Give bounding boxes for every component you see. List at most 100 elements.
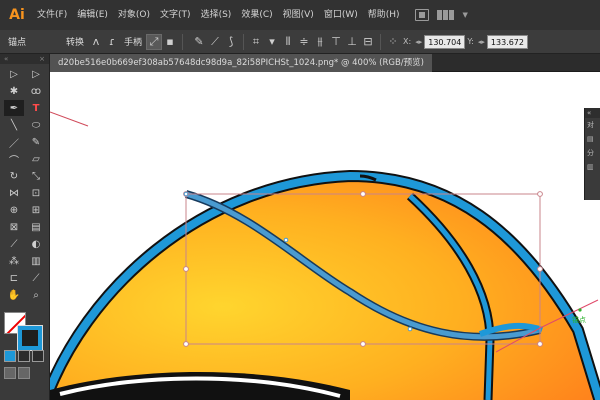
mesh-icon[interactable]: ⊠ (4, 219, 24, 235)
collapse-icon[interactable]: « (4, 54, 8, 64)
align-right-icon[interactable]: ⫵ (312, 34, 328, 50)
menu-view[interactable]: 视图(V) (278, 0, 319, 30)
gradient-icon[interactable]: ▤ (26, 219, 46, 235)
y-coordinate-field[interactable]: 133.672 (486, 34, 528, 49)
x-spin-icon[interactable]: ◂▸ (415, 38, 422, 46)
reference-point-icon[interactable]: ⁘ (385, 34, 401, 50)
x-label: X: (403, 37, 412, 46)
eraser-icon[interactable]: ▱ (26, 151, 46, 167)
lasso-icon[interactable]: ꝏ (26, 83, 46, 99)
handle-middle-right (537, 266, 543, 272)
menu-window[interactable]: 窗口(W) (319, 0, 363, 30)
convert-corner-icon[interactable]: ʌ (88, 34, 104, 50)
cut-path-icon[interactable]: ⟆ (223, 34, 239, 50)
blend-icon[interactable]: ◐ (26, 236, 46, 252)
menu-file[interactable]: 文件(F) (32, 0, 72, 30)
rotate-icon[interactable]: ↻ (4, 168, 24, 184)
close-icon[interactable]: × (39, 54, 45, 64)
menu-bar: Ai 文件(F) 编辑(E) 对象(O) 文字(T) 选择(S) 效果(C) 视… (0, 0, 600, 30)
type-icon[interactable]: T (26, 100, 46, 116)
convert-smooth-icon[interactable]: ɾ (104, 34, 120, 50)
remove-anchor-icon[interactable]: ✎ (191, 34, 207, 50)
gradient-mode-icon[interactable] (18, 350, 30, 362)
paintbrush-icon[interactable]: ／ (4, 134, 24, 150)
y-label: Y: (467, 37, 474, 46)
align-left-icon[interactable]: ⫴ (280, 34, 296, 50)
y-spin-icon[interactable]: ◂▸ (478, 38, 485, 46)
convert-label: 转换 (66, 38, 85, 48)
menu-effect[interactable]: 效果(C) (236, 0, 277, 30)
eyedropper-icon[interactable]: ⟋ (4, 236, 24, 252)
screen-mode-row (4, 367, 30, 379)
menu-edit[interactable]: 编辑(E) (72, 0, 113, 30)
artboard-icon[interactable]: ⊏ (4, 270, 24, 286)
handle-top-right (537, 191, 543, 197)
panel-row[interactable]: 分 (585, 146, 600, 160)
handle-endpoint[interactable] (578, 308, 582, 312)
screen-mode-icon[interactable] (18, 367, 30, 379)
align-top-icon[interactable]: ⊤ (328, 34, 344, 50)
separator (380, 33, 382, 50)
connect-endpoints-icon[interactable]: ⟋ (207, 34, 223, 50)
color-mode-row (4, 350, 44, 362)
separator (182, 33, 184, 50)
anchor-point (407, 326, 413, 332)
anchor-point (183, 191, 189, 197)
align-center-icon[interactable]: ≑ (296, 34, 312, 50)
menu-items: 文件(F) 编辑(E) 对象(O) 文字(T) 选择(S) 效果(C) 视图(V… (32, 0, 405, 30)
separator (243, 33, 245, 50)
scale-icon[interactable]: ⤡ (26, 168, 46, 184)
panel-header[interactable]: « (585, 108, 600, 118)
blob-brush-icon[interactable]: ⌒ (4, 151, 24, 167)
panel-icon-row[interactable]: ▥ (585, 160, 600, 174)
chevron-down-icon[interactable]: ▼ (463, 11, 468, 19)
magic-wand-icon[interactable]: ✱ (4, 83, 24, 99)
isolate-object-icon[interactable]: ⌗ (248, 34, 264, 50)
align-middle-icon[interactable]: ⊥ (344, 34, 360, 50)
anchor-point (283, 237, 289, 243)
zoom-icon[interactable]: ⌕ (26, 287, 46, 303)
line-icon[interactable]: ╲ (4, 117, 24, 133)
tool-grid: ▷ ▷ ✱ ꝏ ✒ T ╲ ⬭ ／ ✎ ⌒ ▱ ↻ ⤡ ⋈ ⊡ ⊕ ⊞ ⊠ ▤ ⟋ ◐ ⁂ ▥ ⊏ ⟋ ✋ ⌕ (0, 64, 49, 305)
ellipse-icon[interactable]: ⬭ (26, 117, 46, 133)
menu-object[interactable]: 对象(O) (113, 0, 155, 30)
symbol-sprayer-icon[interactable]: ⁂ (4, 253, 24, 269)
width-icon[interactable]: ⋈ (4, 185, 24, 201)
draw-mode-icon[interactable] (4, 367, 16, 379)
slice-icon[interactable]: ⟋ (26, 270, 46, 286)
basketball-body[interactable] (50, 178, 600, 400)
column-graph-icon[interactable]: ▥ (26, 253, 46, 269)
tools-panel-header[interactable]: «× (0, 54, 49, 64)
canvas[interactable]: 锚点 (50, 72, 600, 400)
smart-guide-label: 锚点 (572, 315, 586, 324)
selection-icon[interactable]: ▷ (4, 66, 24, 82)
menu-select[interactable]: 选择(S) (196, 0, 237, 30)
stroke-swatch[interactable] (17, 325, 43, 351)
bridge-icon[interactable] (414, 9, 429, 21)
document-tab[interactable]: d20be516e0b669ef308ab57648dc98d9a_82i58P… (50, 54, 432, 72)
panel-row[interactable]: 对 (585, 118, 600, 132)
collapsed-panel: « 对 ▤ 分 ▥ (584, 108, 600, 200)
align-bottom-icon[interactable]: ⊟ (360, 34, 376, 50)
x-coordinate-field[interactable]: 130.704 (424, 34, 466, 49)
app-logo: Ai (9, 7, 25, 23)
shape-builder-icon[interactable]: ⊕ (4, 202, 24, 218)
hide-handles-icon[interactable]: ▪ (162, 34, 178, 50)
free-transform-icon[interactable]: ⊡ (26, 185, 46, 201)
artwork: 锚点 (50, 111, 600, 400)
perspective-grid-icon[interactable]: ⊞ (26, 202, 46, 218)
color-mode-icon[interactable] (4, 350, 16, 362)
panel-icon-row[interactable]: ▤ (585, 132, 600, 146)
align-dropdown-icon[interactable]: ▾ (264, 34, 280, 50)
none-mode-icon[interactable] (32, 350, 44, 362)
handles-label: 手柄 (124, 38, 143, 48)
direct-selection-icon[interactable]: ▷ (26, 66, 46, 82)
tools-panel: «× ▷ ▷ ✱ ꝏ ✒ T ╲ ⬭ ／ ✎ ⌒ ▱ ↻ ⤡ ⋈ ⊡ ⊕ ⊞ ⊠ ▤ ⟋ ◐ ⁂ ▥ ⊏ ⟋ ✋ ⌕ (0, 54, 50, 400)
show-handles-icon[interactable]: ⤢ (146, 33, 163, 50)
hand-icon[interactable]: ✋ (4, 287, 24, 303)
pencil-icon[interactable]: ✎ (26, 134, 46, 150)
pen-icon[interactable]: ✒ (4, 100, 24, 116)
arrange-documents-icon[interactable] (436, 9, 455, 21)
menu-help[interactable]: 帮助(H) (363, 0, 405, 30)
menu-type[interactable]: 文字(T) (155, 0, 196, 30)
